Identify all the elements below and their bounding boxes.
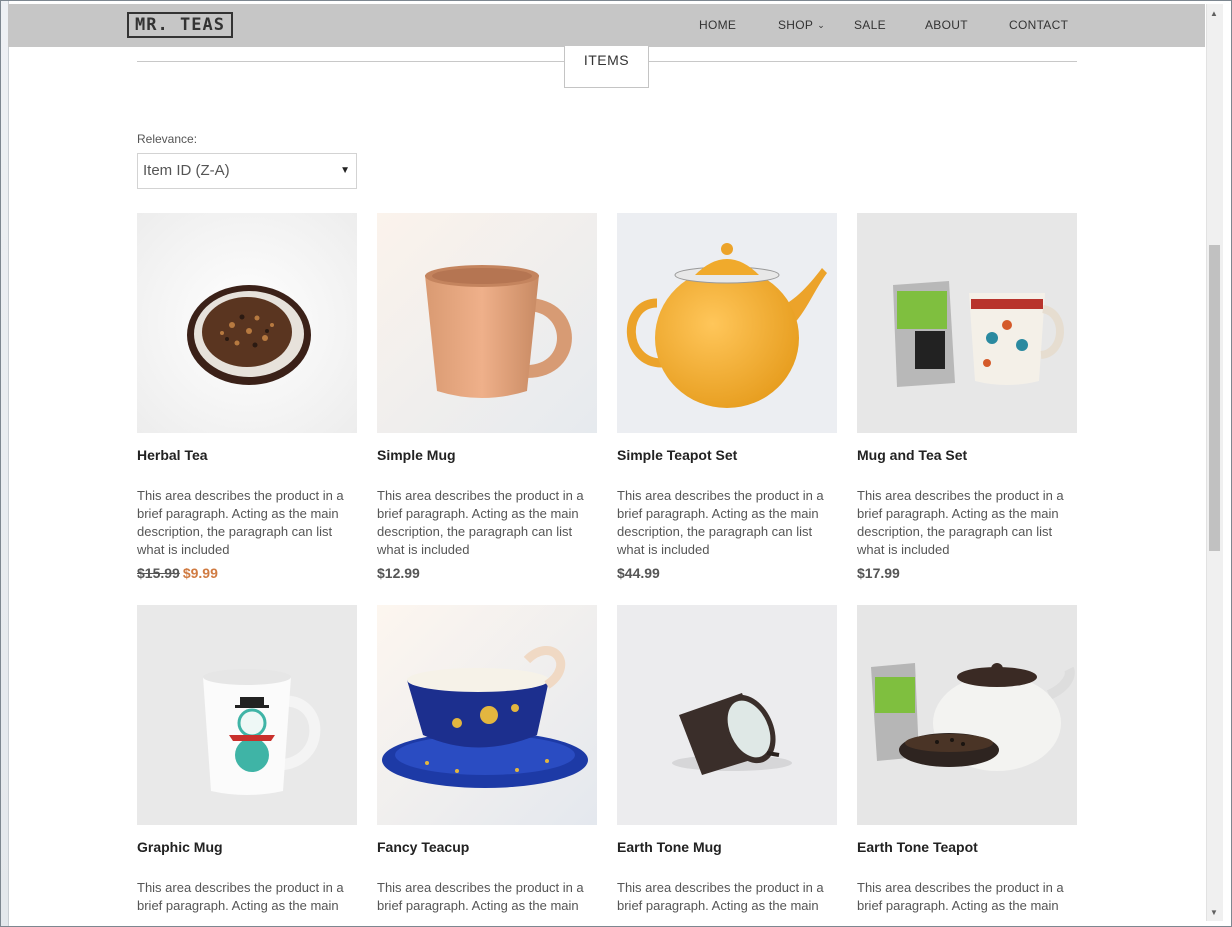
dropdown-arrow-icon: ▼ bbox=[340, 165, 350, 176]
product-description: This area describes the product in a bri… bbox=[617, 880, 824, 913]
product-card[interactable]: Simple Teapot Set This area describes th… bbox=[617, 213, 837, 581]
product-price: $44.99 bbox=[617, 565, 660, 581]
product-name[interactable]: Fancy Teacup bbox=[377, 839, 469, 855]
old-price: $15.99 bbox=[137, 565, 180, 581]
nav-shop[interactable]: SHOP ⌄ bbox=[778, 18, 825, 32]
sort-selected-value: Item ID (Z-A) bbox=[143, 162, 230, 179]
sale-price: $9.99 bbox=[182, 565, 218, 581]
product-description: This area describes the product in a bri… bbox=[617, 488, 824, 557]
product-price: $17.99 bbox=[857, 565, 900, 581]
window-left-border bbox=[1, 1, 9, 926]
nav-about[interactable]: ABOUT bbox=[925, 18, 968, 32]
product-image-earth-tone-mug[interactable] bbox=[617, 605, 837, 825]
nav-contact[interactable]: CONTACT bbox=[1009, 18, 1068, 32]
top-navbar: MR. TEAS HOME SHOP ⌄ SALE ABOUT CONTACT bbox=[8, 4, 1205, 47]
product-image-herbal-tea[interactable] bbox=[137, 213, 357, 433]
sort-label: Relevance: bbox=[137, 132, 198, 146]
product-card[interactable]: Simple Mug This area describes the produ… bbox=[377, 213, 597, 581]
product-image-fancy-teacup[interactable] bbox=[377, 605, 597, 825]
browser-window: MR. TEAS HOME SHOP ⌄ SALE ABOUT CONTACT I… bbox=[0, 0, 1232, 927]
product-description: This area describes the product in a bri… bbox=[857, 880, 1064, 913]
product-card[interactable]: Earth Tone Teapot This area describes th… bbox=[857, 605, 1077, 913]
product-name[interactable]: Graphic Mug bbox=[137, 839, 223, 855]
product-description: This area describes the product in a bri… bbox=[377, 488, 584, 557]
sort-select[interactable]: Item ID (Z-A) ▼ bbox=[137, 153, 357, 189]
scrollbar-thumb[interactable] bbox=[1209, 245, 1220, 551]
product-image-mug-and-tea-set[interactable] bbox=[857, 213, 1077, 433]
product-image-simple-teapot-set[interactable] bbox=[617, 213, 837, 433]
product-card[interactable]: Graphic Mug This area describes the prod… bbox=[137, 605, 357, 913]
product-card[interactable]: Earth Tone Mug This area describes the p… bbox=[617, 605, 837, 913]
product-image-earth-tone-teapot[interactable] bbox=[857, 605, 1077, 825]
product-name[interactable]: Simple Teapot Set bbox=[617, 447, 737, 463]
product-image-graphic-mug[interactable] bbox=[137, 605, 357, 825]
nav-home[interactable]: HOME bbox=[699, 18, 736, 32]
product-name[interactable]: Earth Tone Mug bbox=[617, 839, 722, 855]
product-name[interactable]: Herbal Tea bbox=[137, 447, 208, 463]
product-price: $15.99 $9.99 bbox=[137, 565, 218, 581]
product-image-simple-mug[interactable] bbox=[377, 213, 597, 433]
product-name[interactable]: Simple Mug bbox=[377, 447, 456, 463]
product-card[interactable]: Mug and Tea Set This area describes the … bbox=[857, 213, 1077, 581]
product-description: This area describes the product in a bri… bbox=[137, 880, 344, 913]
product-card[interactable]: Herbal Tea This area describes the produ… bbox=[137, 213, 357, 581]
site-logo[interactable]: MR. TEAS bbox=[127, 12, 233, 38]
window-right-border bbox=[1223, 1, 1231, 926]
product-card[interactable]: Fancy Teacup This area describes the pro… bbox=[377, 605, 597, 913]
product-description: This area describes the product in a bri… bbox=[377, 880, 584, 913]
product-description: This area describes the product in a bri… bbox=[857, 488, 1064, 557]
chevron-down-icon: ⌄ bbox=[817, 20, 826, 30]
product-price: $12.99 bbox=[377, 565, 420, 581]
product-name[interactable]: Earth Tone Teapot bbox=[857, 839, 978, 855]
nav-shop-label: SHOP bbox=[778, 18, 814, 32]
product-name[interactable]: Mug and Tea Set bbox=[857, 447, 967, 463]
section-title: ITEMS bbox=[564, 46, 649, 88]
product-description: This area describes the product in a bri… bbox=[137, 488, 344, 557]
scroll-down-arrow-icon[interactable]: ▼ bbox=[1210, 908, 1218, 917]
scroll-up-arrow-icon[interactable]: ▲ bbox=[1210, 9, 1218, 18]
nav-sale[interactable]: SALE bbox=[854, 18, 886, 32]
